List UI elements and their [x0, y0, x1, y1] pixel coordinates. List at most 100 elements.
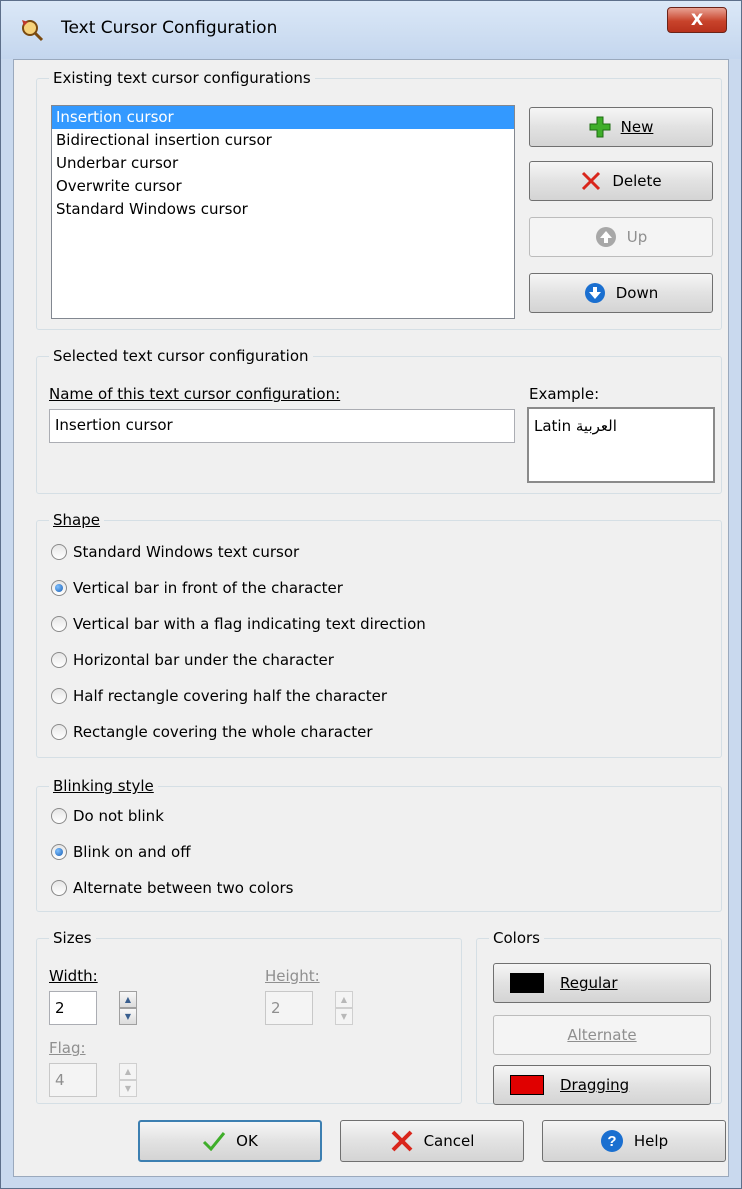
checkmark-icon — [203, 1132, 226, 1151]
dragging-color-button[interactable]: Dragging — [493, 1065, 711, 1105]
delete-button-label: Delete — [612, 172, 662, 190]
spin-up-icon[interactable]: ▲ — [119, 991, 137, 1008]
close-button[interactable]: X — [667, 7, 727, 33]
list-item[interactable]: Standard Windows cursor — [52, 198, 514, 221]
radio-button[interactable] — [51, 844, 67, 860]
new-button-label: New — [620, 118, 654, 136]
flag-spinner[interactable]: ▲ ▼ — [119, 1063, 137, 1097]
dragging-color-swatch — [510, 1075, 544, 1095]
radio-label: Rectangle covering the whole character — [73, 723, 373, 741]
height-field[interactable]: 2 — [265, 991, 313, 1025]
help-button-label: Help — [633, 1132, 669, 1150]
radio-label: Half rectangle covering half the charact… — [73, 687, 388, 705]
app-icon — [22, 20, 44, 42]
sizes-group: Sizes Width: 2 ▲ ▼ Height: 2 ▲ ▼ Flag: 4… — [36, 928, 462, 1104]
radio-label: Vertical bar with a flag indicating text… — [73, 615, 426, 633]
svg-text:?: ? — [607, 1133, 616, 1150]
alternate-color-label: Alternate — [567, 1026, 637, 1044]
height-label: Height: — [265, 967, 320, 985]
delete-button[interactable]: Delete — [529, 161, 713, 201]
shape-option-horizontal-bar[interactable]: Horizontal bar under the character — [51, 651, 334, 669]
window-title: Text Cursor Configuration — [61, 18, 278, 38]
list-item[interactable]: Bidirectional insertion cursor — [52, 129, 514, 152]
width-spinner[interactable]: ▲ ▼ — [119, 991, 137, 1025]
cancel-button-label: Cancel — [423, 1132, 475, 1150]
dragging-color-label: Dragging — [560, 1076, 630, 1094]
example-preview: Latin العربية — [527, 407, 715, 483]
spin-up-icon[interactable]: ▲ — [119, 1063, 137, 1080]
regular-color-button[interactable]: Regular — [493, 963, 711, 1003]
help-button[interactable]: ? Help — [542, 1120, 726, 1162]
radio-button[interactable] — [51, 652, 67, 668]
title-bar[interactable]: Text Cursor Configuration X — [1, 1, 741, 59]
shape-label: Shape — [49, 510, 104, 530]
example-label: Example: — [529, 385, 600, 403]
radio-button[interactable] — [51, 724, 67, 740]
radio-button[interactable] — [51, 880, 67, 896]
radio-label: Alternate between two colors — [73, 879, 294, 897]
up-button-label: Up — [626, 228, 648, 246]
spin-down-icon[interactable]: ▼ — [119, 1008, 137, 1025]
spin-down-icon[interactable]: ▼ — [335, 1008, 353, 1025]
close-icon: X — [690, 10, 704, 29]
radio-button[interactable] — [51, 580, 67, 596]
up-button[interactable]: Up — [529, 217, 713, 257]
regular-color-swatch — [510, 973, 544, 993]
radio-button[interactable] — [51, 688, 67, 704]
plus-icon — [589, 116, 611, 138]
arrow-up-icon — [595, 227, 616, 247]
list-item[interactable]: Underbar cursor — [52, 152, 514, 175]
help-icon: ? — [600, 1130, 623, 1152]
existing-configurations-group: Existing text cursor configurations Inse… — [36, 68, 722, 330]
shape-group: Shape Standard Windows text cursor Verti… — [36, 510, 722, 758]
shape-option-vertical-bar[interactable]: Vertical bar in front of the character — [51, 579, 343, 597]
down-button-label: Down — [615, 284, 659, 302]
colors-label: Colors — [489, 928, 544, 948]
dialog-window: Text Cursor Configuration X Existing tex… — [0, 0, 742, 1189]
existing-configurations-label: Existing text cursor configurations — [49, 68, 315, 88]
spin-down-icon[interactable]: ▼ — [119, 1080, 137, 1097]
blink-option-none[interactable]: Do not blink — [51, 807, 164, 825]
radio-label: Vertical bar in front of the character — [73, 579, 343, 597]
shape-option-rectangle[interactable]: Rectangle covering the whole character — [51, 723, 372, 741]
regular-color-label: Regular — [560, 974, 618, 992]
shape-option-standard[interactable]: Standard Windows text cursor — [51, 543, 299, 561]
delete-x-icon — [582, 171, 601, 191]
new-button[interactable]: New — [529, 107, 713, 147]
radio-label: Standard Windows text cursor — [73, 543, 300, 561]
radio-button[interactable] — [51, 808, 67, 824]
selected-configuration-group: Selected text cursor configuration Name … — [36, 346, 722, 494]
cancel-x-icon — [391, 1130, 412, 1152]
blinking-style-group: Blinking style Do not blink Blink on and… — [36, 776, 722, 912]
ok-button-label: OK — [236, 1132, 258, 1150]
selected-configuration-label: Selected text cursor configuration — [49, 346, 313, 366]
radio-button[interactable] — [51, 616, 67, 632]
width-field[interactable]: 2 — [49, 991, 97, 1025]
sizes-label: Sizes — [49, 928, 96, 948]
blink-option-alternate[interactable]: Alternate between two colors — [51, 879, 294, 897]
name-field[interactable]: Insertion cursor — [49, 409, 515, 443]
radio-button[interactable] — [51, 544, 67, 560]
spin-up-icon[interactable]: ▲ — [335, 991, 353, 1008]
list-item[interactable]: Overwrite cursor — [52, 175, 514, 198]
shape-option-half-rectangle[interactable]: Half rectangle covering half the charact… — [51, 687, 387, 705]
blink-option-on-off[interactable]: Blink on and off — [51, 843, 191, 861]
down-button[interactable]: Down — [529, 273, 713, 313]
radio-label: Do not blink — [73, 807, 164, 825]
blinking-style-label: Blinking style — [49, 776, 158, 796]
width-label: Width: — [49, 967, 98, 985]
flag-field[interactable]: 4 — [49, 1063, 97, 1097]
colors-group: Colors Regular Alternate Dragging — [476, 928, 722, 1105]
name-field-label: Name of this text cursor configuration: — [49, 385, 341, 403]
radio-label: Horizontal bar under the character — [73, 651, 334, 669]
height-spinner[interactable]: ▲ ▼ — [335, 991, 353, 1025]
radio-label: Blink on and off — [73, 843, 191, 861]
cancel-button[interactable]: Cancel — [340, 1120, 524, 1162]
configurations-listbox[interactable]: Insertion cursor Bidirectional insertion… — [51, 105, 515, 319]
shape-option-vertical-bar-flag[interactable]: Vertical bar with a flag indicating text… — [51, 615, 426, 633]
alternate-color-button[interactable]: Alternate — [493, 1015, 711, 1055]
arrow-down-icon — [584, 283, 605, 303]
list-item[interactable]: Insertion cursor — [52, 106, 514, 129]
flag-label: Flag: — [49, 1039, 86, 1057]
ok-button[interactable]: OK — [138, 1120, 322, 1162]
